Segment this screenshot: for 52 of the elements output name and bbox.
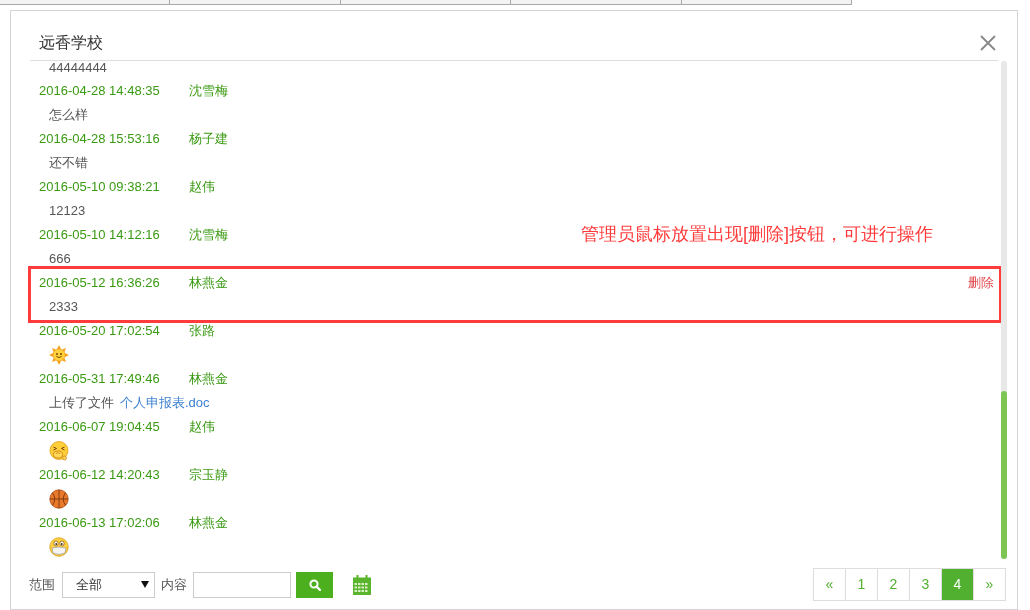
message-time: 2016-06-07 19:04:45 xyxy=(39,418,161,437)
message-author: 杨子建 xyxy=(189,130,228,149)
page-button[interactable]: 2 xyxy=(877,568,910,601)
close-icon[interactable] xyxy=(980,34,996,51)
content-input[interactable] xyxy=(193,571,291,598)
message-author: 林燕金 xyxy=(189,274,228,293)
message-author: 赵伟 xyxy=(189,178,215,197)
scrollbar-track[interactable] xyxy=(1001,61,1007,559)
page-button[interactable]: 4 xyxy=(941,568,974,601)
calendar-icon[interactable] xyxy=(353,574,371,595)
file-link[interactable]: 个人申报表.doc xyxy=(120,393,210,413)
next-page-button[interactable]: » xyxy=(973,568,1006,601)
message-time: 2016-05-31 17:49:46 xyxy=(39,370,161,389)
message-author: 赵伟 xyxy=(189,418,215,437)
message-text: 怎么样 xyxy=(49,106,88,125)
range-label: 范围 xyxy=(29,575,55,594)
message-time: 2016-05-20 17:02:54 xyxy=(39,322,161,341)
sun-emoji-icon xyxy=(49,345,69,365)
message-time: 2016-04-28 14:48:35 xyxy=(39,82,161,101)
message-author: 宗玉静 xyxy=(189,466,228,485)
annotation-text: 管理员鼠标放置出现[删除]按钮，可进行操作 xyxy=(581,223,933,246)
content-label: 内容 xyxy=(161,575,187,594)
message-text: 666 xyxy=(49,250,71,269)
message-time: 2016-06-13 17:02:06 xyxy=(39,514,161,533)
message-author: 林燕金 xyxy=(189,370,228,389)
message-time: 2016-05-10 14:12:16 xyxy=(39,226,161,245)
basketball-emoji-icon xyxy=(49,489,69,509)
masked-face-emoji-icon xyxy=(49,537,69,557)
delete-link[interactable]: 删除 xyxy=(968,273,994,293)
message-author: 沈雪梅 xyxy=(189,226,228,245)
range-select[interactable]: 全部 xyxy=(62,571,155,598)
message-author: 张路 xyxy=(189,322,215,341)
message-author: 林燕金 xyxy=(189,514,228,533)
search-icon xyxy=(308,578,321,591)
page-button[interactable]: 1 xyxy=(845,568,878,601)
squinting-face-emoji-icon xyxy=(49,441,69,461)
upload-notice: 上传了文件 xyxy=(49,394,114,413)
message-text: 2333 xyxy=(49,298,78,317)
search-button[interactable] xyxy=(296,571,333,598)
message-time: 2016-04-28 15:53:16 xyxy=(39,130,161,149)
message-text: 12123 xyxy=(49,202,86,221)
message-time: 2016-05-12 16:36:26 xyxy=(39,274,161,293)
message-text: 44444444 xyxy=(49,61,107,75)
dialog-title: 远香学校 xyxy=(39,32,103,53)
message-author: 沈雪梅 xyxy=(189,82,228,101)
message-text: 还不错 xyxy=(49,154,88,173)
message-time: 2016-05-10 09:38:21 xyxy=(39,178,161,197)
page-button[interactable]: 3 xyxy=(909,568,942,601)
scrollbar-thumb[interactable] xyxy=(1001,391,1007,559)
caret-icon xyxy=(141,581,149,588)
previous-page-button[interactable]: « xyxy=(813,568,846,601)
message-time: 2016-06-12 14:20:43 xyxy=(39,466,161,485)
